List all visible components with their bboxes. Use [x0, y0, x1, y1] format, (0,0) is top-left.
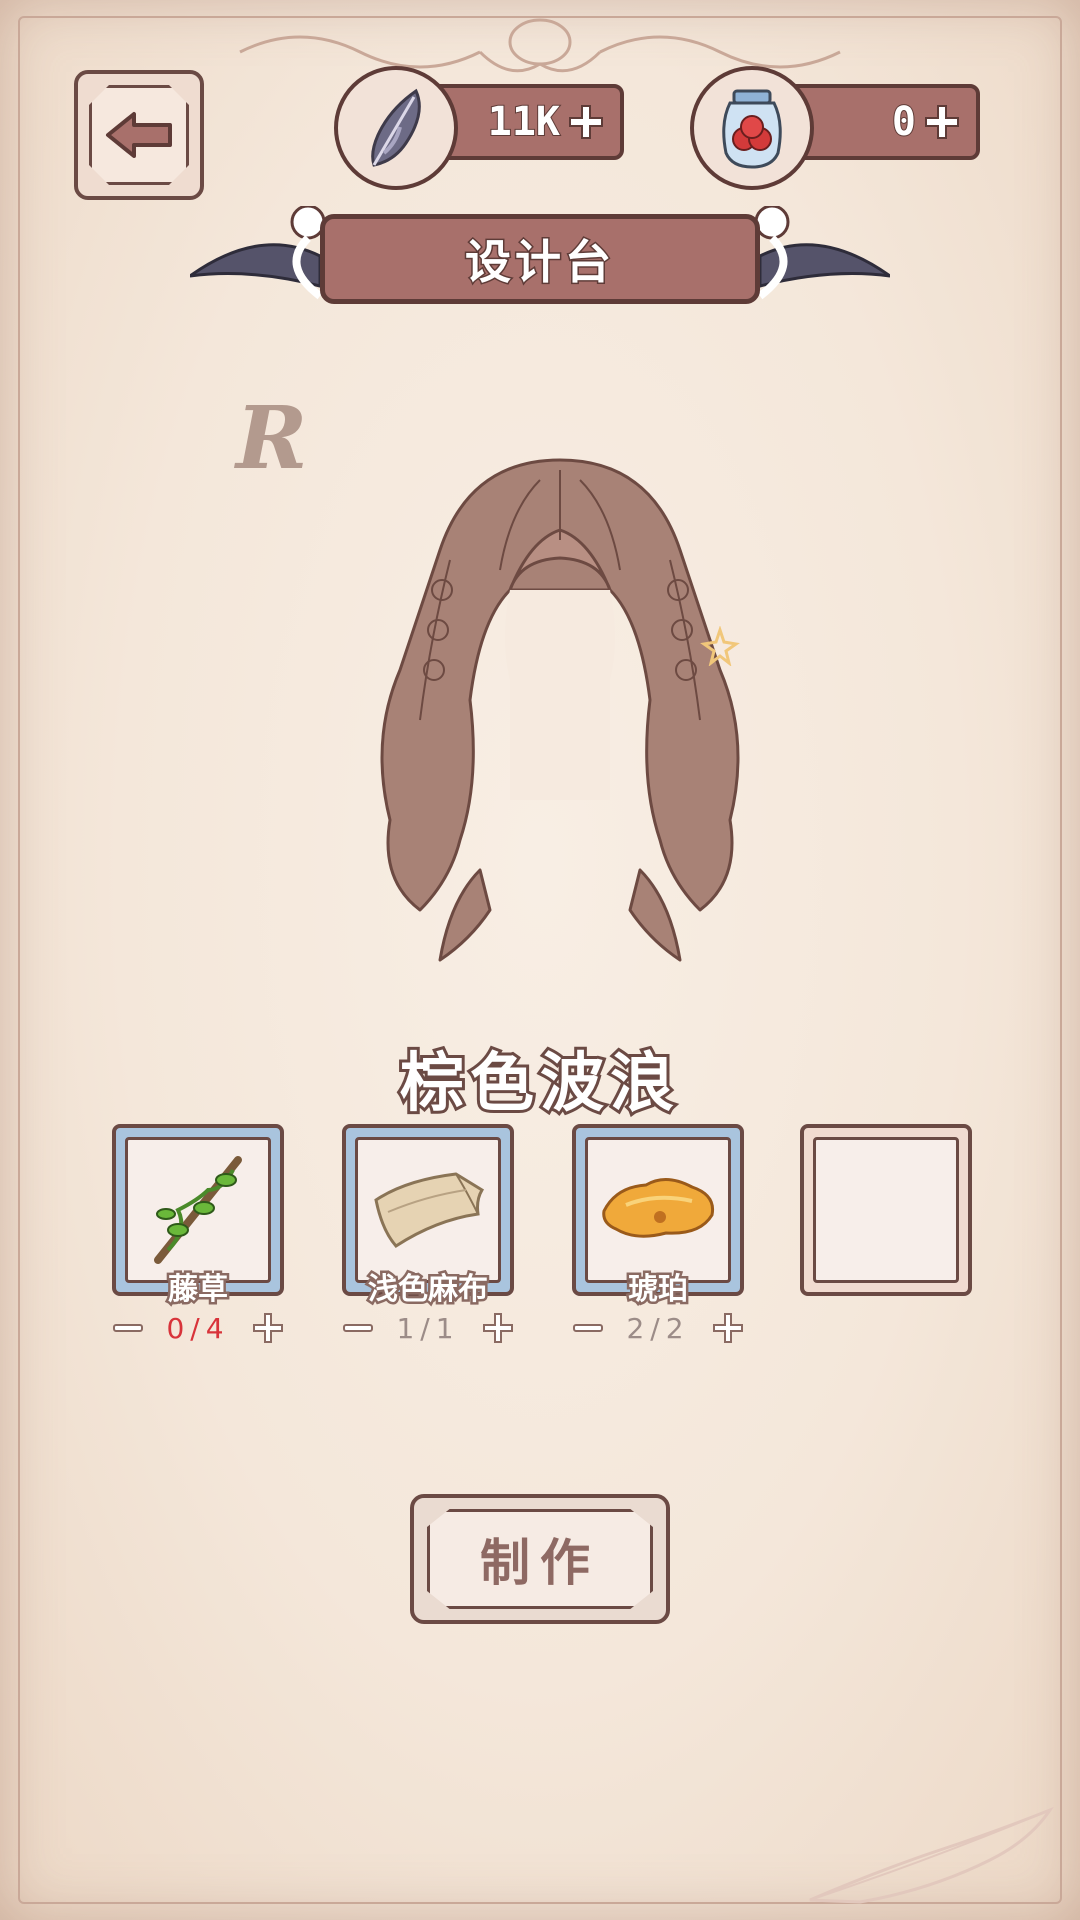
material-name: 浅色麻布 [366, 1270, 491, 1310]
slot-inner [813, 1137, 959, 1283]
rarity-label: R [236, 388, 308, 489]
amber-icon [602, 1178, 715, 1238]
add-berry-button[interactable] [922, 102, 962, 142]
quantity-stepper: 2/2 [572, 1308, 744, 1348]
increase-button[interactable] [712, 1312, 744, 1344]
plus-icon [569, 105, 603, 139]
currency-feather: 11K [334, 66, 664, 190]
make-button-plate: 制作 [427, 1509, 653, 1609]
increase-button[interactable] [482, 1312, 514, 1344]
slot-inner [125, 1137, 271, 1283]
currency-amount: 11K [487, 98, 561, 146]
slot-inner [585, 1137, 731, 1283]
minus-icon [343, 1324, 373, 1332]
slot-inner [355, 1137, 501, 1283]
feather-icon [371, 88, 421, 167]
increase-button[interactable] [252, 1312, 284, 1344]
back-arrow-icon [106, 112, 172, 158]
feather-decoration-icon [809, 1806, 1054, 1904]
make-button[interactable]: 制作 [410, 1494, 670, 1624]
add-feather-button[interactable] [566, 102, 606, 142]
decrease-button[interactable] [112, 1312, 144, 1344]
material-quantity: 1/1 [396, 1311, 460, 1345]
material-name: 琥珀 [626, 1270, 691, 1310]
page-title: 设计台 [464, 234, 615, 291]
minus-icon [113, 1324, 143, 1332]
quantity-stepper: 0/4 [112, 1308, 284, 1348]
empty-material-slot[interactable] [800, 1124, 972, 1296]
plus-icon [925, 105, 959, 139]
material-slot[interactable]: 浅色麻布 [342, 1124, 514, 1310]
material-name: 藤草 [166, 1270, 231, 1310]
berry-jar-badge [690, 66, 814, 190]
material-slot[interactable]: 琥珀 [572, 1124, 744, 1310]
title-plate: 设计台 [320, 214, 760, 304]
slot-frame [800, 1124, 972, 1296]
title-banner: 设计台 [190, 206, 890, 316]
plus-icon [713, 1313, 743, 1343]
wavy-hair-illustration [380, 458, 740, 962]
make-button-label: 制作 [480, 1534, 600, 1592]
berry-jar-icon [722, 89, 782, 169]
minus-icon [573, 1324, 603, 1332]
vine-branch-icon [154, 1156, 242, 1264]
material-quantity: 2/2 [626, 1311, 690, 1345]
currency-berry: 0 [690, 66, 1020, 190]
currency-amount: 0 [891, 98, 917, 146]
decrease-button[interactable] [342, 1312, 374, 1344]
plus-icon [483, 1313, 513, 1343]
decrease-button[interactable] [572, 1312, 604, 1344]
material-slot[interactable]: 藤草 [112, 1124, 284, 1310]
back-button[interactable] [74, 70, 204, 200]
linen-cloth-icon [374, 1172, 485, 1248]
item-name: 棕色波浪 [397, 1044, 680, 1124]
sparkle-icon [700, 626, 740, 666]
material-quantity: 0/4 [166, 1311, 230, 1345]
quantity-stepper: 1/1 [342, 1308, 514, 1348]
plus-icon [253, 1313, 283, 1343]
feather-badge [334, 66, 458, 190]
